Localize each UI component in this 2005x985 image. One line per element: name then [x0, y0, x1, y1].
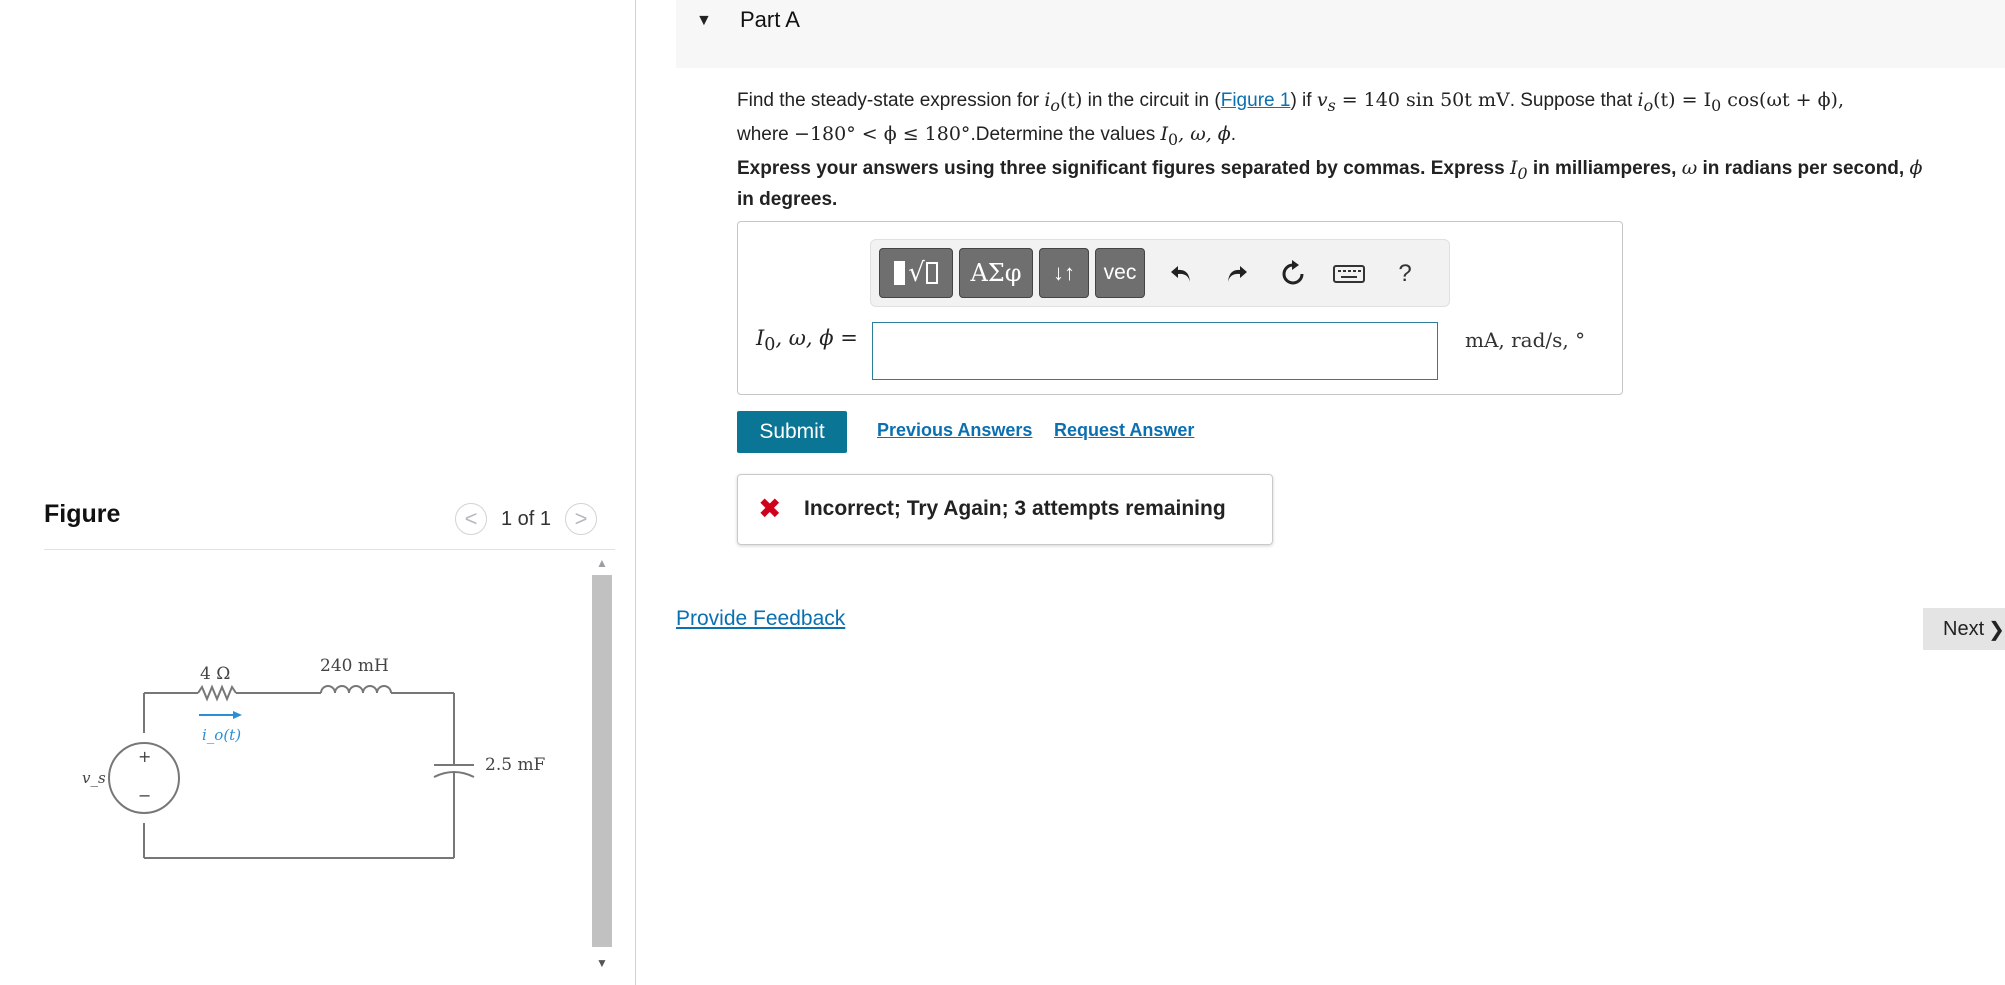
chevron-left-icon: < [464, 506, 478, 531]
provide-feedback-link[interactable]: Provide Feedback [676, 607, 845, 631]
template-block-icon [894, 261, 906, 285]
current-label: i_o(t) [202, 726, 241, 744]
next-label: Next [1943, 617, 1985, 640]
sqrt-icon: √ [908, 258, 925, 288]
chevron-right-icon: > [574, 506, 588, 531]
resistor-label: 4 Ω [200, 664, 230, 684]
vector-button[interactable]: vec [1095, 248, 1145, 298]
answer-units: mA, rad/s, ° [1465, 328, 1586, 352]
io-symbol: io(t) [1044, 89, 1083, 115]
current-arrowhead [233, 711, 242, 719]
chevron-right-icon: ❯ [1988, 618, 2005, 641]
scroll-up-icon[interactable]: ▲ [590, 553, 614, 573]
templates-button[interactable]: √ [879, 248, 953, 298]
question-text-6: .Determine the values [970, 123, 1161, 145]
math-toolbar: √ ΑΣφ ↓↑ vec ? [870, 239, 1450, 307]
question-text-7: . [1230, 123, 1237, 145]
panel-divider [635, 0, 636, 985]
io-expression: io(t) = I0 cos(ωt + ϕ), [1637, 89, 1845, 115]
vec-label: vec [1103, 261, 1137, 284]
redo-icon[interactable] [1217, 254, 1257, 294]
help-icon: ? [1398, 260, 1412, 287]
template-box-icon [925, 262, 938, 284]
feedback-box: ✖ Incorrect; Try Again; 3 attempts remai… [737, 474, 1273, 545]
reset-icon[interactable] [1273, 254, 1313, 294]
question-text-1: Find the steady-state expression for [737, 90, 1045, 111]
scroll-down-icon[interactable]: ▼ [590, 953, 614, 973]
answer-input[interactable] [872, 322, 1438, 380]
error-x-icon: ✖ [758, 493, 782, 524]
part-header[interactable]: ▼ Part A [676, 0, 2005, 68]
symbols-button[interactable]: ΑΣφ [959, 248, 1033, 298]
figure-1-link[interactable]: Figure 1 [1221, 90, 1291, 111]
submit-button[interactable]: Submit [737, 411, 847, 453]
answer-label: I0, ω, ϕ = [756, 326, 858, 356]
resistor-symbol [197, 684, 237, 702]
question-text-3: ) if [1290, 90, 1317, 111]
figure-pagination: < 1 of 1 > [455, 502, 598, 536]
phi-range: −180° < ϕ ≤ 180° [794, 122, 971, 145]
figure-scrollbar[interactable]: ▲ ▼ [590, 553, 614, 985]
subscript-icon: ↓↑ [1053, 260, 1075, 285]
question-text-5: where [737, 123, 795, 145]
answer-box: √ ΑΣφ ↓↑ vec ? I0, ω, ϕ = mA, rad/s, ° [737, 221, 1623, 395]
next-button[interactable]: Next ❯ [1923, 608, 2005, 650]
prev-figure-button[interactable]: < [455, 503, 487, 535]
values-expression: I0, ω, ϕ [1160, 122, 1231, 149]
caret-down-icon[interactable]: ▼ [696, 12, 712, 30]
circuit-diagram: 4 Ω 240 mH 2.5 mF i_o(t) v_s + − [82, 656, 546, 859]
source-minus: − [138, 786, 151, 805]
next-figure-button[interactable]: > [565, 503, 598, 535]
feedback-message: Incorrect; Try Again; 3 attempts remaini… [804, 497, 1226, 520]
inductor-symbol [320, 685, 392, 694]
scroll-thumb[interactable] [592, 575, 612, 947]
inductor-label: 240 mH [320, 656, 389, 676]
question-text: Find the steady-state expression for io(… [737, 86, 2005, 154]
source-label: v_s [82, 769, 106, 787]
question-text-2: in the circuit in ( [1082, 90, 1221, 111]
symbols-label: ΑΣφ [970, 259, 1022, 287]
subscript-button[interactable]: ↓↑ [1039, 248, 1089, 298]
undo-icon[interactable] [1161, 254, 1201, 294]
figure-panel: Figure < 1 of 1 > 4 Ω 240 mH 2.5 mF i_o(… [0, 0, 636, 985]
vs-expression: vs = 140 sin 50t mV [1316, 89, 1510, 115]
previous-answers-link[interactable]: Previous Answers [877, 420, 1032, 441]
help-button[interactable]: ? [1385, 254, 1425, 294]
figure-divider [44, 549, 615, 550]
capacitor-label: 2.5 mF [485, 755, 546, 775]
request-answer-link[interactable]: Request Answer [1054, 420, 1194, 441]
keyboard-icon[interactable] [1329, 254, 1369, 294]
question-text-4: . Suppose that [1509, 90, 1638, 111]
figure-title: Figure [44, 500, 121, 528]
answer-instructions: Express your answers using three signifi… [737, 157, 1923, 210]
figure-counter: 1 of 1 [501, 507, 552, 530]
part-title: Part A [740, 7, 800, 32]
source-plus: + [138, 747, 151, 766]
